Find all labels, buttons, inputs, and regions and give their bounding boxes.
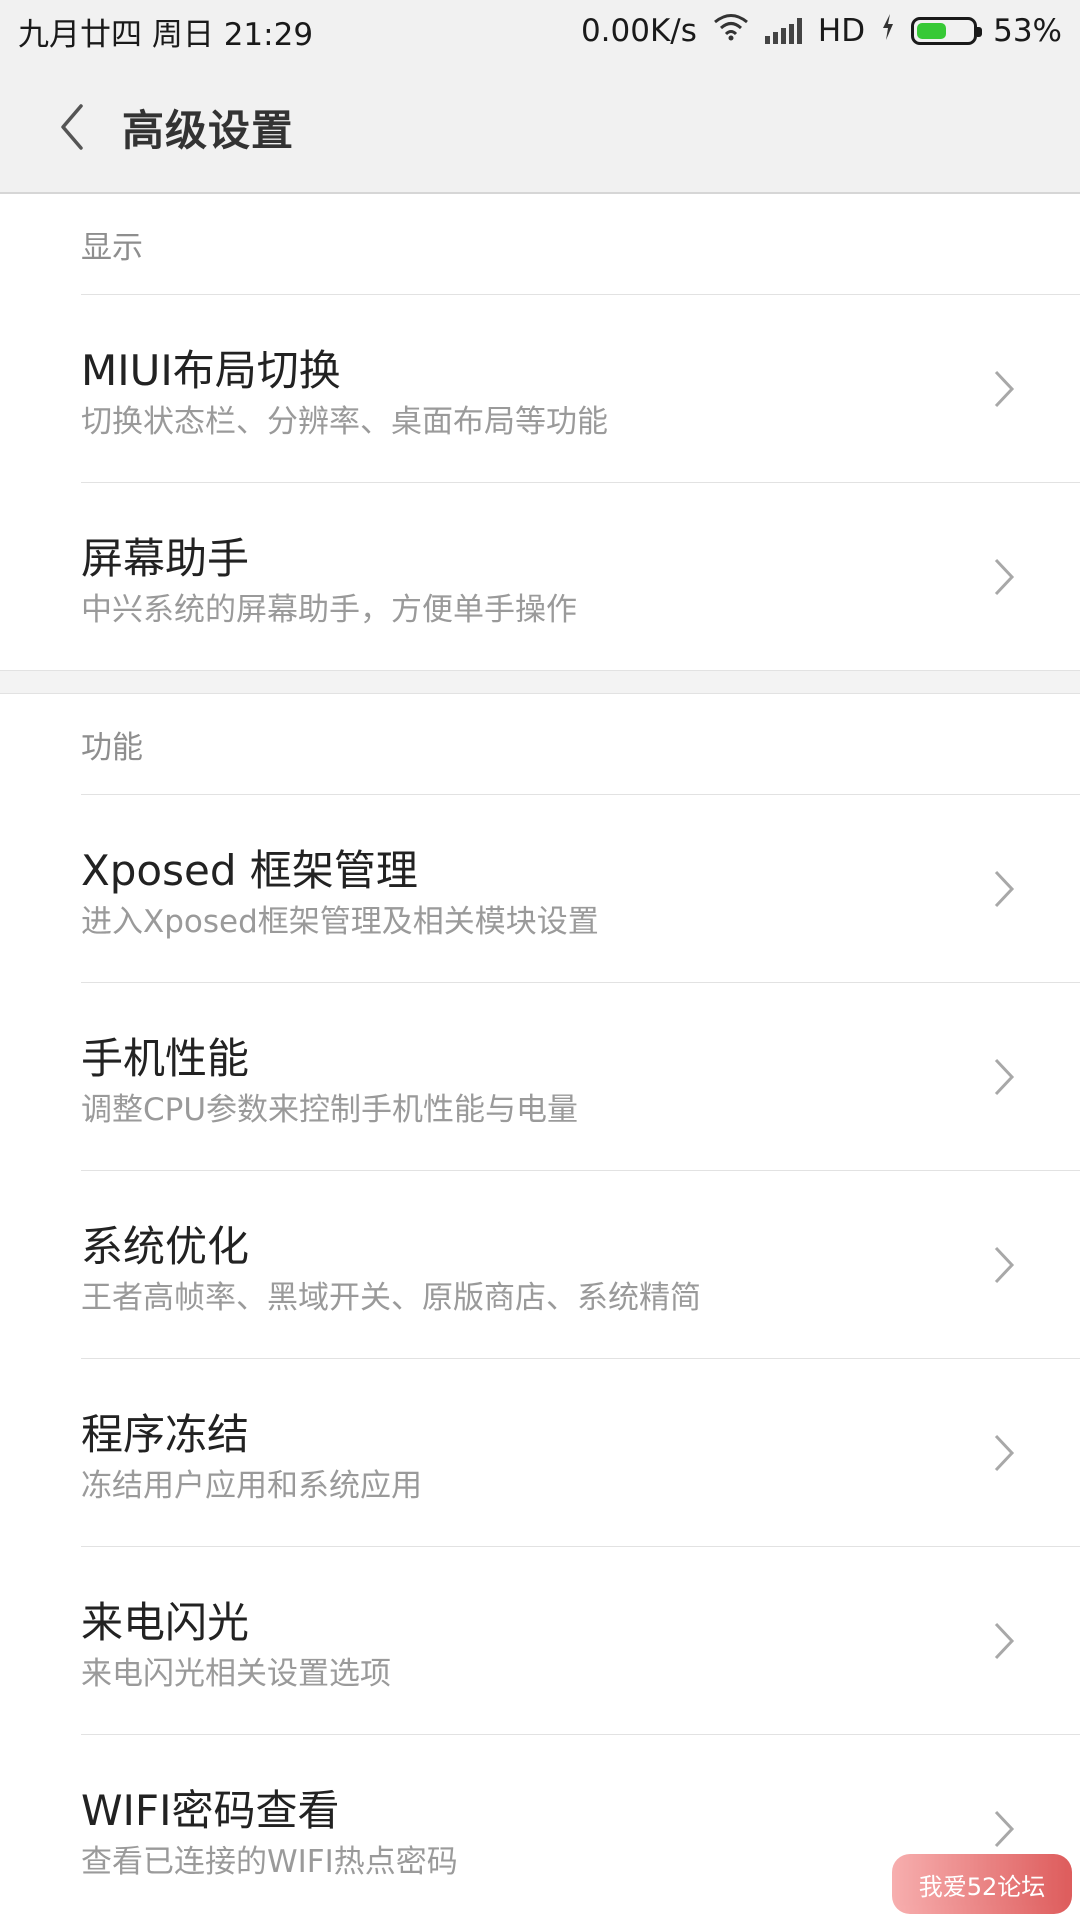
battery-icon bbox=[911, 17, 983, 45]
item-subtitle: 进入Xposed框架管理及相关模块设置 bbox=[81, 904, 599, 940]
page-title: 高级设置 bbox=[122, 105, 295, 155]
item-subtitle: 王者高帧率、黑域开关、原版商店、系统精简 bbox=[81, 1280, 701, 1316]
chevron-right-icon bbox=[994, 1058, 1015, 1096]
item-title: 来电闪光 bbox=[81, 1598, 250, 1647]
item-title: 程序冻结 bbox=[81, 1410, 250, 1459]
item-subtitle: 来电闪光相关设置选项 bbox=[81, 1656, 391, 1692]
settings-item-xposed[interactable]: Xposed 框架管理 进入Xposed框架管理及相关模块设置 bbox=[0, 794, 1080, 982]
cellular-signal-icon bbox=[764, 18, 802, 44]
chevron-right-icon bbox=[994, 1246, 1015, 1284]
chevron-right-icon bbox=[994, 370, 1015, 408]
chevron-right-icon bbox=[994, 1810, 1015, 1848]
settings-item-call-flash[interactable]: 来电闪光 来电闪光相关设置选项 bbox=[0, 1546, 1080, 1734]
chevron-left-icon bbox=[61, 104, 83, 150]
status-date-time: 九月廿四 周日 21:29 bbox=[18, 16, 314, 53]
item-subtitle: 冻结用户应用和系统应用 bbox=[81, 1468, 422, 1504]
item-subtitle: 查看已连接的WIFI热点密码 bbox=[81, 1844, 458, 1880]
status-bar: 九月廿四 周日 21:29 0.00K/s HD 53% bbox=[0, 0, 1080, 62]
item-subtitle: 切换状态栏、分辨率、桌面布局等功能 bbox=[81, 404, 608, 440]
item-subtitle: 中兴系统的屏幕助手，方便单手操作 bbox=[81, 592, 577, 628]
item-title: WIFI密码查看 bbox=[81, 1786, 340, 1835]
chevron-right-icon bbox=[994, 1434, 1015, 1472]
section-header-functions: 功能 bbox=[81, 729, 143, 766]
settings-item-system-optimize[interactable]: 系统优化 王者高帧率、黑域开关、原版商店、系统精简 bbox=[0, 1170, 1080, 1358]
settings-item-performance[interactable]: 手机性能 调整CPU参数来控制手机性能与电量 bbox=[0, 982, 1080, 1170]
settings-list: 显示 MIUI布局切换 切换状态栏、分辨率、桌面布局等功能 屏幕助手 中兴系统的… bbox=[0, 194, 1080, 1922]
item-title: 手机性能 bbox=[81, 1034, 250, 1083]
item-title: MIUI布局切换 bbox=[81, 346, 341, 395]
settings-item-screen-assistant[interactable]: 屏幕助手 中兴系统的屏幕助手，方便单手操作 bbox=[0, 482, 1080, 670]
chevron-right-icon bbox=[994, 870, 1015, 908]
back-button[interactable] bbox=[42, 97, 102, 157]
section-header-display: 显示 bbox=[81, 229, 143, 266]
item-subtitle: 调整CPU参数来控制手机性能与电量 bbox=[81, 1092, 579, 1128]
forum-watermark: 我爱52论坛 bbox=[892, 1854, 1072, 1914]
battery-percent: 53% bbox=[993, 13, 1062, 49]
item-title: 屏幕助手 bbox=[81, 534, 250, 583]
chevron-right-icon bbox=[994, 1622, 1015, 1660]
network-type: HD bbox=[817, 13, 866, 49]
section-divider bbox=[0, 670, 1080, 694]
app-header: 高级设置 bbox=[0, 62, 1080, 194]
network-speed: 0.00K/s bbox=[580, 13, 697, 49]
item-title: Xposed 框架管理 bbox=[81, 846, 418, 895]
wifi-icon bbox=[713, 13, 749, 49]
settings-item-miui-layout[interactable]: MIUI布局切换 切换状态栏、分辨率、桌面布局等功能 bbox=[0, 294, 1080, 482]
battery-level-fill bbox=[917, 23, 946, 39]
settings-item-app-freeze[interactable]: 程序冻结 冻结用户应用和系统应用 bbox=[0, 1358, 1080, 1546]
item-title: 系统优化 bbox=[81, 1222, 250, 1271]
charging-icon bbox=[881, 13, 895, 49]
chevron-right-icon bbox=[994, 558, 1015, 596]
